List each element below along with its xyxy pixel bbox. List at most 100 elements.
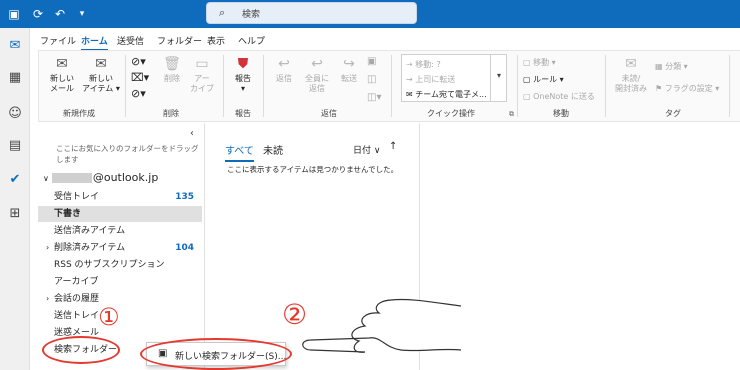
group-report-label: 報告 — [235, 109, 251, 118]
group-tags-label: タグ — [665, 109, 681, 118]
meeting-reply-icon[interactable]: ▣ — [367, 57, 376, 67]
junk-icon[interactable]: ⊘▾ — [131, 88, 146, 99]
ribbon-divider — [223, 55, 224, 117]
group-move-label: 移動 — [553, 109, 569, 118]
report-button[interactable]: ⛊ 報告 ▾ — [229, 56, 257, 94]
ribbon-divider — [263, 55, 264, 117]
calendar-icon[interactable]: ▦ — [5, 68, 25, 88]
tab-file[interactable]: ファイル — [40, 34, 76, 47]
reply-label: 返信 — [276, 74, 292, 83]
report-label: 報告 — [235, 74, 251, 83]
group-quick-steps-label: クイック操作 — [427, 109, 475, 118]
expand-chevron-icon[interactable]: › — [46, 291, 49, 307]
folder-item[interactable]: 送信トレイ — [38, 308, 202, 324]
report-shield-icon: ⛊ — [237, 56, 249, 72]
archive-button[interactable]: ▭ アー カイブ — [187, 56, 217, 94]
categorize-label: 分類 — [665, 62, 682, 71]
sync-icon[interactable]: ⟳ — [30, 6, 46, 22]
ribbon-divider — [125, 55, 126, 117]
tab-home[interactable]: ホーム — [81, 34, 108, 51]
folder-item[interactable]: 送信済みアイテム — [38, 223, 202, 239]
new-mail-label-1: 新しい — [50, 74, 74, 83]
ignore-icon[interactable]: ⊘▾ — [131, 56, 146, 67]
sort-label: 日付 — [353, 146, 372, 156]
quick-steps-more-icon[interactable]: ▾ — [490, 55, 507, 101]
account-header[interactable]: ∨ @outlook.jp — [43, 171, 158, 184]
group-new-label: 新規作成 — [63, 109, 95, 118]
reply-icon: ↩ — [278, 56, 290, 72]
folder-item[interactable]: 受信トレイ 135 — [38, 189, 202, 205]
annotation-circle-1 — [42, 336, 120, 364]
dialog-launcher-icon[interactable]: ⧉ — [509, 110, 514, 119]
quick-step-to-manager[interactable]: → 上司に転送 — [406, 74, 455, 85]
people-icon[interactable]: ☺ — [5, 104, 25, 124]
app-rail: ✉ ▦ ☺ ▤ ✔ ⊞ — [0, 28, 30, 370]
tasks-icon[interactable]: ▤ — [5, 136, 25, 156]
flag-button[interactable]: ⚑ フラグの設定 ▾ — [655, 83, 719, 94]
move-button[interactable]: ▢ 移動 ▾ — [523, 57, 556, 68]
new-mail-button[interactable]: ✉ 新しい メール — [45, 56, 79, 94]
sort-order-icon[interactable]: ↑ — [389, 141, 397, 152]
reading-pane — [302, 123, 740, 370]
mail-icon[interactable]: ✉ — [5, 36, 25, 56]
quick-step-move[interactable]: ⇢ 移動: ? — [406, 59, 441, 70]
unread-count: 104 — [175, 243, 194, 253]
ribbon-divider — [605, 55, 606, 117]
new-item-button[interactable]: ✉ 新しい アイテム ▾ — [81, 56, 121, 94]
todo-check-icon[interactable]: ✔ — [5, 170, 25, 190]
delete-button[interactable]: 🗑 削除 — [159, 56, 185, 84]
search-input[interactable]: ⌕ 検索 — [206, 2, 417, 24]
im-reply-icon[interactable]: ◫ — [367, 75, 376, 85]
folder-item[interactable]: › 会話の履歴 — [38, 291, 202, 307]
categorize-button[interactable]: ▦ 分類 ▾ — [655, 61, 688, 72]
more-respond-icon[interactable]: ◫▾ — [367, 93, 381, 103]
quick-step-team-email[interactable]: ✉ チーム宛て電子メ... — [406, 89, 487, 100]
tab-help[interactable]: ヘルプ — [238, 34, 265, 47]
unread-read-button[interactable]: ✉ 未読/ 開封済み — [611, 56, 651, 94]
quick-step-team-email-label: チーム宛て電子メ... — [415, 90, 487, 99]
folder-label: RSS のサブスクリプション — [54, 260, 165, 270]
sort-by-dropdown[interactable]: 日付 ∨ — [353, 143, 380, 156]
search-icon: ⌕ — [219, 6, 226, 19]
tab-send-receive[interactable]: 送受信 — [117, 34, 144, 47]
reply-button[interactable]: ↩ 返信 — [269, 56, 299, 84]
folder-pane: ‹ ここにお気に入りのフォルダーをドラッグします ∨ @outlook.jp 受信… — [38, 123, 202, 370]
clean-up-icon[interactable]: ⌧▾ — [131, 72, 149, 83]
folder-item[interactable]: › 削除済みアイテム 104 — [38, 240, 202, 256]
rules-button[interactable]: ▢ ルール ▾ — [523, 74, 564, 85]
chevron-down-icon: ∨ — [43, 174, 49, 183]
collapse-pane-icon[interactable]: ‹ — [190, 128, 194, 139]
account-name-redacted — [51, 173, 92, 183]
tab-folder[interactable]: フォルダー — [157, 34, 202, 47]
unread-read-label-2: 開封済み — [615, 84, 647, 93]
reply-all-icon: ↩ — [311, 56, 323, 72]
forward-label: 転送 — [341, 74, 357, 83]
new-item-label-1: 新しい — [89, 74, 113, 83]
reply-all-label-2: 返信 — [309, 84, 325, 93]
quick-steps-gallery[interactable]: ⇢ 移動: ? → 上司に転送 ✉ チーム宛て電子メ... ▾ — [401, 54, 507, 102]
folder-item[interactable]: アーカイブ — [38, 274, 202, 290]
undo-icon[interactable]: ↶ — [52, 6, 68, 22]
customize-toolbar-icon[interactable]: ▾ — [74, 6, 90, 22]
reply-all-label-1: 全員に — [305, 74, 329, 83]
onenote-button[interactable]: ▢ OneNote に送る — [523, 91, 595, 102]
annotation-circle-2 — [140, 338, 292, 370]
annotation-number-1: ① — [98, 303, 120, 331]
folder-item[interactable]: RSS のサブスクリプション — [38, 257, 202, 273]
reply-all-button[interactable]: ↩ 全員に 返信 — [301, 56, 333, 94]
tab-all[interactable]: すべて — [225, 142, 254, 162]
tab-view[interactable]: 表示 — [207, 34, 225, 47]
onenote-label: OneNote に送る — [533, 92, 595, 101]
folder-item[interactable]: 下書き — [38, 206, 202, 222]
apps-icon[interactable]: ⊞ — [5, 204, 25, 224]
new-item-icon: ✉ — [95, 56, 107, 72]
outlook-logo-icon: ▣ — [8, 7, 20, 21]
forward-icon: ↪ — [343, 56, 355, 72]
new-mail-label-2: メール — [50, 84, 74, 93]
folder-label: 受信トレイ — [54, 192, 100, 202]
tab-unread[interactable]: 未読 — [263, 142, 283, 157]
forward-button[interactable]: ↪ 転送 — [335, 56, 363, 84]
expand-chevron-icon[interactable]: › — [46, 240, 49, 256]
new-item-label-2: アイテム — [82, 84, 114, 93]
delete-label: 削除 — [164, 74, 180, 83]
